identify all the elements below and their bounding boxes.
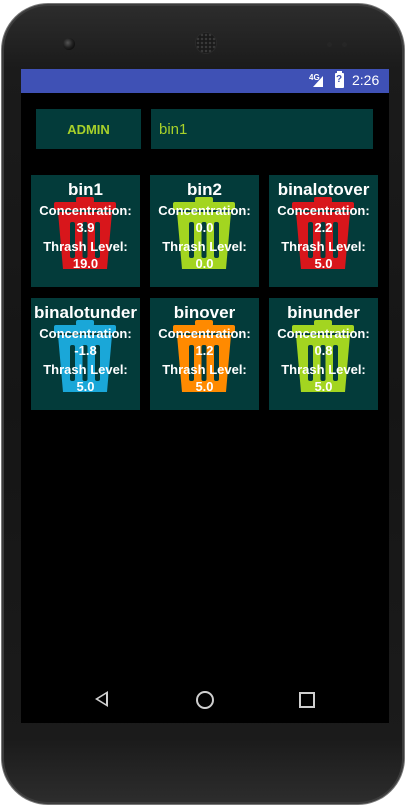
bin-name-input[interactable] bbox=[151, 109, 373, 149]
trash-level-label: Thrash Level: bbox=[162, 362, 247, 377]
bin-name: bin2 bbox=[187, 180, 222, 199]
admin-button[interactable]: ADMIN bbox=[36, 109, 141, 149]
trash-level-label: Thrash Level: bbox=[162, 239, 247, 254]
trash-level-label: Thrash Level: bbox=[281, 362, 366, 377]
concentration-value: 0.8 bbox=[314, 343, 333, 358]
trash-level-value: 5.0 bbox=[314, 256, 333, 271]
concentration-value: 1.2 bbox=[195, 343, 214, 358]
phone-frame: 4G 2:26 ADMIN bin1 Concentration: 3.9 Th… bbox=[2, 4, 404, 804]
bin-card-binalotunder[interactable]: binalotunder Concentration: -1.8 Thrash … bbox=[31, 298, 140, 410]
concentration-label: Concentration: bbox=[39, 326, 132, 341]
sensor-dot bbox=[342, 42, 347, 47]
trash-level-value: 5.0 bbox=[195, 379, 214, 394]
trash-level-label: Thrash Level: bbox=[43, 239, 128, 254]
bin-name: binalotunder bbox=[34, 303, 137, 322]
concentration-value: 3.9 bbox=[76, 220, 95, 235]
bin-card-binover[interactable]: binover Concentration: 1.2 Thrash Level:… bbox=[150, 298, 259, 410]
earpiece-speaker bbox=[196, 33, 216, 53]
signal-icon bbox=[313, 76, 323, 87]
battery-icon bbox=[335, 71, 344, 88]
status-bar: 4G 2:26 bbox=[21, 69, 389, 93]
trash-level-label: Thrash Level: bbox=[281, 239, 366, 254]
trash-level-value: 5.0 bbox=[76, 379, 95, 394]
trash-level-value: 19.0 bbox=[72, 256, 99, 271]
concentration-label: Concentration: bbox=[158, 326, 251, 341]
trash-level-label: Thrash Level: bbox=[43, 362, 128, 377]
concentration-label: Concentration: bbox=[277, 203, 370, 218]
recent-apps-icon[interactable] bbox=[299, 692, 315, 708]
concentration-label: Concentration: bbox=[158, 203, 251, 218]
sensor-dot bbox=[327, 42, 332, 47]
bin-card-binunder[interactable]: binunder Concentration: 0.8 Thrash Level… bbox=[269, 298, 378, 410]
bin-card-bin1[interactable]: bin1 Concentration: 3.9 Thrash Level: 19… bbox=[31, 175, 140, 287]
home-icon[interactable] bbox=[196, 691, 214, 709]
bin-card-binalotover[interactable]: binalotover Concentration: 2.2 Thrash Le… bbox=[269, 175, 378, 287]
bin-name: bin1 bbox=[68, 180, 103, 199]
concentration-label: Concentration: bbox=[39, 203, 132, 218]
bin-card-bin2[interactable]: bin2 Concentration: 0.0 Thrash Level: 0.… bbox=[150, 175, 259, 287]
navigation-bar bbox=[21, 675, 389, 723]
concentration-value: -1.8 bbox=[74, 343, 97, 358]
bin-name: binalotover bbox=[277, 180, 370, 199]
concentration-label: Concentration: bbox=[277, 326, 370, 341]
concentration-value: 0.0 bbox=[195, 220, 214, 235]
concentration-value: 2.2 bbox=[314, 220, 333, 235]
bin-name: binover bbox=[173, 303, 236, 322]
bin-name: binunder bbox=[287, 303, 360, 322]
trash-level-value: 5.0 bbox=[314, 379, 333, 394]
trash-level-value: 0.0 bbox=[195, 256, 214, 271]
status-time: 2:26 bbox=[352, 72, 380, 88]
back-icon[interactable] bbox=[95, 691, 108, 707]
device-screen: 4G 2:26 ADMIN bin1 Concentration: 3.9 Th… bbox=[21, 69, 389, 723]
front-camera bbox=[63, 38, 75, 50]
